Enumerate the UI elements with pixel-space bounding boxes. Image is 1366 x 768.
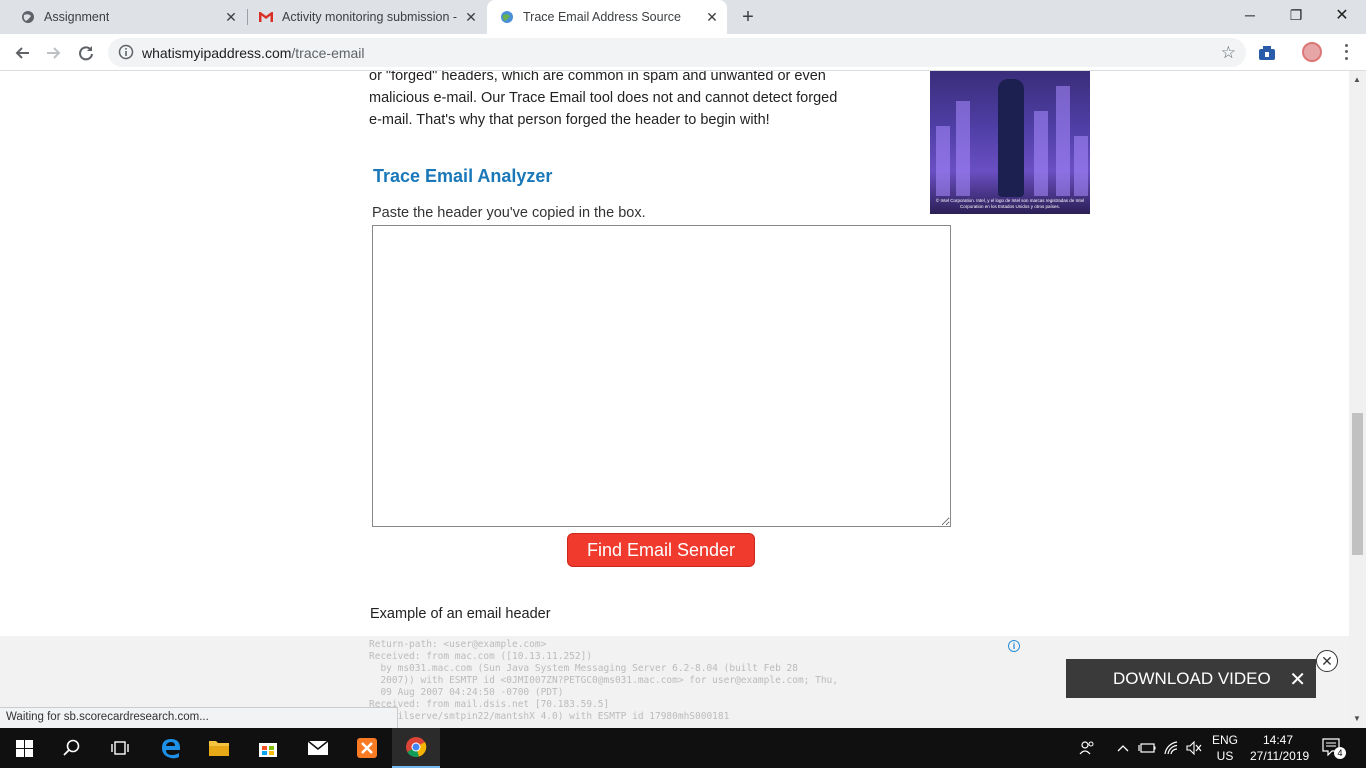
ad-caption: © Intel Corporation. Intel, y el logo de…: [935, 198, 1085, 209]
url-host: whatismyipaddress.com: [142, 45, 292, 61]
scrollbar-thumb[interactable]: [1352, 413, 1363, 555]
taskbar-clock[interactable]: 14:47 27/11/2019: [1250, 732, 1310, 764]
ad-building: [1074, 136, 1088, 196]
search-icon: [63, 739, 80, 756]
clock-date: 27/11/2019: [1250, 749, 1310, 763]
analyzer-title: Trace Email Analyzer: [373, 166, 553, 186]
taskbar-store[interactable]: [244, 728, 292, 768]
gmail-icon: [258, 9, 274, 25]
scroll-up-icon[interactable]: ▲: [1353, 75, 1361, 84]
taskbar-file-explorer[interactable]: [195, 728, 243, 768]
download-video-label: DOWNLOAD VIDEO: [1113, 668, 1271, 688]
page-viewport: or "forged" headers, which are common in…: [0, 71, 1366, 728]
xampp-icon: [357, 738, 377, 758]
browser-menu-button[interactable]: [1338, 42, 1354, 62]
taskbar-chrome[interactable]: [392, 728, 440, 768]
find-email-sender-button[interactable]: Find Email Sender: [567, 533, 755, 567]
close-window-button[interactable]: ✕: [1319, 0, 1365, 30]
forward-button[interactable]: [42, 41, 66, 65]
tab-trace-email[interactable]: Trace Email Address Source ✕: [487, 0, 727, 34]
ad-person-figure: [998, 79, 1024, 197]
edge-icon: [162, 739, 180, 759]
action-center-button[interactable]: 4: [1322, 738, 1346, 759]
paste-label: Paste the header you've copied in the bo…: [372, 205, 646, 221]
taskbar-xampp[interactable]: [343, 728, 391, 768]
mail-icon: [307, 740, 329, 755]
download-video-banner[interactable]: DOWNLOAD VIDEO ✕: [1066, 659, 1316, 698]
tab-gmail[interactable]: Activity monitoring submission - ✕: [248, 0, 486, 34]
chrome-icon: [406, 737, 427, 757]
browser-tab-bar: Assignment ✕ Activity monitoring submiss…: [0, 0, 1366, 34]
battery-icon[interactable]: [1136, 728, 1158, 768]
new-tab-button[interactable]: +: [737, 6, 759, 28]
close-tab-icon[interactable]: ✕: [464, 10, 478, 24]
tab-label: Activity monitoring submission -: [282, 10, 458, 24]
volume-muted-icon[interactable]: [1183, 728, 1205, 768]
globe-icon: [499, 9, 515, 25]
ad-close-button[interactable]: ✕: [1316, 650, 1338, 672]
folder-icon: [209, 741, 229, 756]
close-tab-icon[interactable]: ✕: [705, 10, 719, 24]
back-arrow-icon: [15, 47, 29, 59]
task-view-icon: [111, 741, 129, 755]
start-button[interactable]: [0, 728, 48, 768]
bookmark-star-icon[interactable]: ☆: [1221, 43, 1236, 63]
search-button[interactable]: [48, 728, 96, 768]
people-icon[interactable]: [1074, 728, 1100, 768]
url-path: /trace-email: [291, 45, 365, 61]
reload-icon: [79, 46, 93, 61]
show-hidden-icons-chevron-icon[interactable]: [1112, 728, 1134, 768]
store-icon: [259, 743, 277, 757]
tab-label: Trace Email Address Source: [523, 10, 681, 24]
tab-assignment[interactable]: Assignment ✕: [8, 0, 246, 34]
windows-taskbar: ENG US 14:47 27/11/2019 4: [0, 728, 1366, 768]
intro-paragraph: or "forged" headers, which are common in…: [369, 71, 838, 128]
example-header-code: Return-path: <user@example.com> Received…: [369, 639, 838, 722]
email-header-textarea[interactable]: [372, 225, 951, 527]
url-text: whatismyipaddress.com/trace-email: [142, 45, 365, 61]
example-header-label: Example of an email header: [370, 606, 551, 622]
globe-icon: [20, 9, 36, 25]
back-button[interactable]: [10, 41, 34, 65]
ad-building: [1056, 86, 1070, 196]
tab-label: Assignment: [44, 10, 110, 24]
ad-building: [956, 101, 970, 196]
address-bar[interactable]: whatismyipaddress.com/trace-email ☆: [108, 38, 1246, 67]
minimize-button[interactable]: ─: [1227, 0, 1273, 30]
browser-toolbar: whatismyipaddress.com/trace-email ☆: [0, 34, 1366, 71]
taskbar-mail[interactable]: [294, 728, 342, 768]
taskbar-edge[interactable]: [147, 728, 195, 768]
intel-ad-image[interactable]: © Intel Corporation. Intel, y el logo de…: [930, 71, 1090, 214]
ad-building: [936, 126, 950, 196]
page-scrollbar[interactable]: ▲ ▼: [1349, 71, 1366, 728]
input-language[interactable]: ENG US: [1210, 732, 1240, 764]
wifi-icon[interactable]: [1160, 728, 1182, 768]
lang-secondary: US: [1216, 749, 1234, 763]
lang-primary: ENG: [1211, 733, 1238, 747]
notification-count-badge: 4: [1334, 747, 1346, 759]
scroll-down-icon[interactable]: ▼: [1353, 714, 1361, 723]
ad-info-icon[interactable]: i: [1008, 640, 1020, 652]
extension-icon[interactable]: [1257, 43, 1277, 63]
profile-avatar[interactable]: [1302, 42, 1322, 62]
status-bar: Waiting for sb.scorecardresearch.com...: [0, 707, 398, 728]
close-icon[interactable]: ✕: [1289, 667, 1306, 692]
windows-logo-icon: [15, 739, 33, 757]
site-info-icon[interactable]: [118, 44, 134, 60]
reload-button[interactable]: [74, 41, 98, 65]
forward-arrow-icon: [47, 47, 61, 59]
ad-building: [1034, 111, 1048, 196]
task-view-button[interactable]: [96, 728, 144, 768]
close-tab-icon[interactable]: ✕: [224, 10, 238, 24]
clock-time: 14:47: [1262, 733, 1294, 747]
restore-button[interactable]: ❐: [1273, 0, 1319, 30]
